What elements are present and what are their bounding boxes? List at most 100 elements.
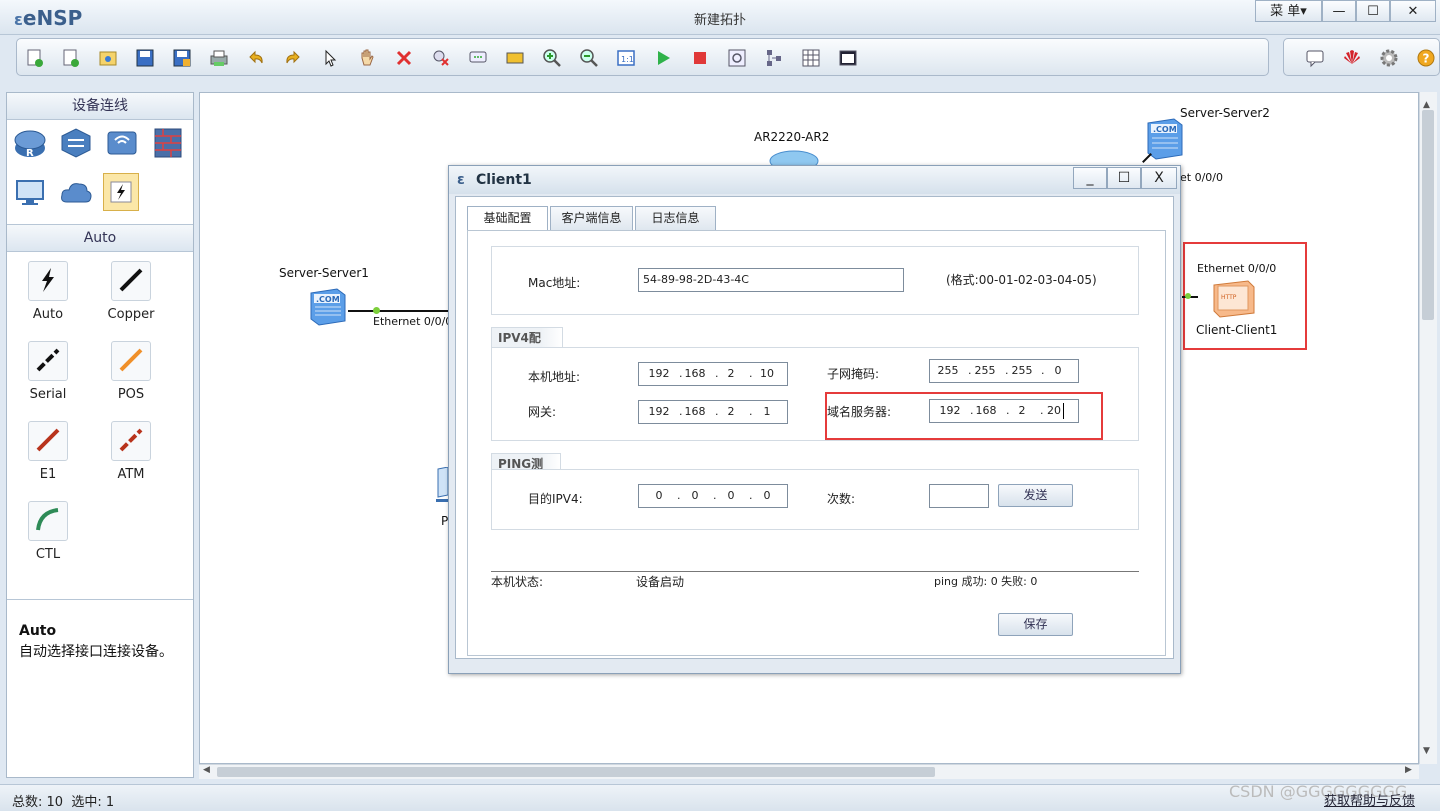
undo-icon[interactable]: [246, 48, 266, 68]
server-icon[interactable]: .COM: [307, 285, 349, 327]
close-button[interactable]: ✕: [1390, 0, 1436, 22]
send-button[interactable]: 发送: [998, 484, 1073, 507]
ar-label: AR2220-AR2: [754, 130, 830, 144]
dialog-body: 基础配置 客户端信息 日志信息 Mac地址: 54-89-98-2D-43-4C…: [455, 196, 1174, 659]
scroll-down-icon[interactable]: ▼: [1423, 746, 1430, 756]
capture-icon[interactable]: [727, 48, 747, 68]
device-section-title: 设备连线: [7, 93, 193, 120]
scroll-left-icon[interactable]: ◀: [203, 765, 210, 775]
subnet-mask-label: 子网掩码:: [827, 367, 880, 381]
new-example-icon[interactable]: [61, 48, 81, 68]
zoom-in-icon[interactable]: [542, 48, 562, 68]
mac-field[interactable]: 54-89-98-2D-43-4C: [638, 268, 904, 292]
tab-log-info[interactable]: 日志信息: [635, 206, 716, 230]
minimize-button[interactable]: —: [1322, 0, 1356, 22]
firewall-icon[interactable]: [151, 126, 185, 160]
zoom-out-icon[interactable]: [579, 48, 599, 68]
horizontal-scroll-thumb[interactable]: [217, 767, 935, 777]
maximize-button[interactable]: ☐: [1356, 0, 1390, 22]
cable-pos[interactable]: POS: [101, 341, 161, 402]
ping-count-field[interactable]: [929, 484, 989, 508]
info-title: Auto: [19, 623, 57, 639]
http-text: HTTP: [1221, 294, 1237, 301]
tab-client-info[interactable]: 客户端信息: [550, 206, 633, 230]
scroll-up-icon[interactable]: ▲: [1423, 100, 1430, 110]
rectangle-icon[interactable]: [505, 48, 525, 68]
auto-cable-icon: [42, 268, 54, 292]
client-port-label: Ethernet 0/0/0: [1197, 262, 1277, 275]
print-icon[interactable]: [209, 48, 229, 68]
status-divider: [491, 571, 1139, 572]
server2-label: Server-Server2: [1180, 106, 1270, 120]
ip-address-field[interactable]: 192. 168. 2. 10: [638, 362, 788, 386]
ipv4-group: 本机地址: 192. 168. 2. 10 子网掩码: 255. 255. 25…: [491, 347, 1139, 441]
dest-ipv4-label: 目的IPV4:: [528, 492, 583, 506]
link-category-button[interactable]: [103, 173, 139, 211]
grid-icon[interactable]: [801, 48, 821, 68]
start-device-icon[interactable]: [653, 48, 673, 68]
subnet-mask-field[interactable]: 255. 255. 255. 0: [929, 359, 1079, 383]
cable-serial[interactable]: Serial: [18, 341, 78, 402]
router-icon[interactable]: R: [13, 126, 47, 160]
dialog-maximize-button[interactable]: ☐: [1107, 167, 1141, 189]
link-server1[interactable]: [348, 310, 450, 312]
chat-icon[interactable]: [1305, 48, 1325, 68]
settings-icon[interactable]: [1379, 48, 1399, 68]
dialog-close-button[interactable]: X: [1141, 167, 1177, 189]
help-icon[interactable]: ?: [1416, 48, 1436, 68]
http-client-icon[interactable]: HTTP: [1208, 277, 1258, 319]
gateway-label: 网关:: [528, 405, 557, 419]
dialog-minimize-button[interactable]: _: [1073, 167, 1107, 189]
cable-auto[interactable]: Auto: [18, 261, 78, 322]
mac-group: Mac地址: 54-89-98-2D-43-4C (格式:00-01-02-03…: [491, 246, 1139, 315]
fit-view-icon[interactable]: 1:1: [616, 48, 636, 68]
help-feedback-link[interactable]: 获取帮助与反馈: [1324, 790, 1415, 809]
cable-ctl[interactable]: CTL: [18, 501, 78, 562]
huawei-icon[interactable]: [1342, 48, 1362, 68]
toolbar-right: ?: [1283, 38, 1440, 76]
switch-icon[interactable]: [59, 126, 93, 160]
port-status-dot: [373, 307, 380, 314]
dialog-title-bar[interactable]: ε Client1 _ ☐ X: [449, 166, 1180, 194]
new-topology-icon[interactable]: [25, 48, 45, 68]
client-label: Client-Client1: [1196, 323, 1278, 337]
text-note-icon[interactable]: [468, 48, 488, 68]
redo-icon[interactable]: [283, 48, 303, 68]
delete-link-icon[interactable]: [431, 48, 451, 68]
cable-e1[interactable]: E1: [18, 421, 78, 482]
server2-port-label: et 0/0/0: [1180, 171, 1223, 184]
cable-copper[interactable]: Copper: [101, 261, 161, 322]
dest-ipv4-field[interactable]: 0. 0. 0. 0: [638, 484, 788, 508]
save-as-icon[interactable]: [172, 48, 192, 68]
pan-hand-icon[interactable]: [357, 48, 377, 68]
dns-server-field[interactable]: 192. 168. 2. 20: [929, 399, 1079, 423]
open-icon[interactable]: [98, 48, 118, 68]
stop-device-icon[interactable]: [690, 48, 710, 68]
serial-cable-icon: [36, 348, 60, 372]
svg-text:1:1: 1:1: [621, 55, 634, 64]
dns-server-label: 域名服务器:: [827, 405, 892, 419]
cloud-icon[interactable]: [59, 176, 93, 210]
gateway-field[interactable]: 192. 168. 2. 1: [638, 400, 788, 424]
client-config-dialog: ε Client1 _ ☐ X 基础配置 客户端信息 日志信息 Mac地址: 5…: [448, 165, 1181, 674]
save-icon[interactable]: [135, 48, 155, 68]
pos-cable-icon: [119, 348, 143, 372]
topology-icon[interactable]: [764, 48, 784, 68]
wireless-icon[interactable]: [105, 126, 139, 160]
horizontal-scrollbar[interactable]: ◀ ▶: [199, 764, 1419, 779]
cable-atm[interactable]: ATM: [101, 421, 161, 482]
pc-icon[interactable]: [13, 176, 47, 210]
scroll-right-icon[interactable]: ▶: [1405, 765, 1412, 775]
svg-text:R: R: [26, 148, 34, 159]
save-button[interactable]: 保存: [998, 613, 1073, 636]
device-state-label: 本机状态:: [491, 575, 544, 589]
menu-button[interactable]: 菜 单▾: [1255, 0, 1322, 22]
vertical-scrollbar[interactable]: ▲ ▼: [1419, 92, 1437, 764]
vertical-scroll-thumb[interactable]: [1422, 110, 1434, 320]
tab-basic-config[interactable]: 基础配置: [467, 206, 548, 232]
screenshot-icon[interactable]: [838, 48, 858, 68]
server1-com-text: .COM: [316, 295, 340, 304]
delete-icon[interactable]: [394, 48, 414, 68]
svg-text:?: ?: [1423, 52, 1430, 66]
select-icon[interactable]: [320, 48, 340, 68]
